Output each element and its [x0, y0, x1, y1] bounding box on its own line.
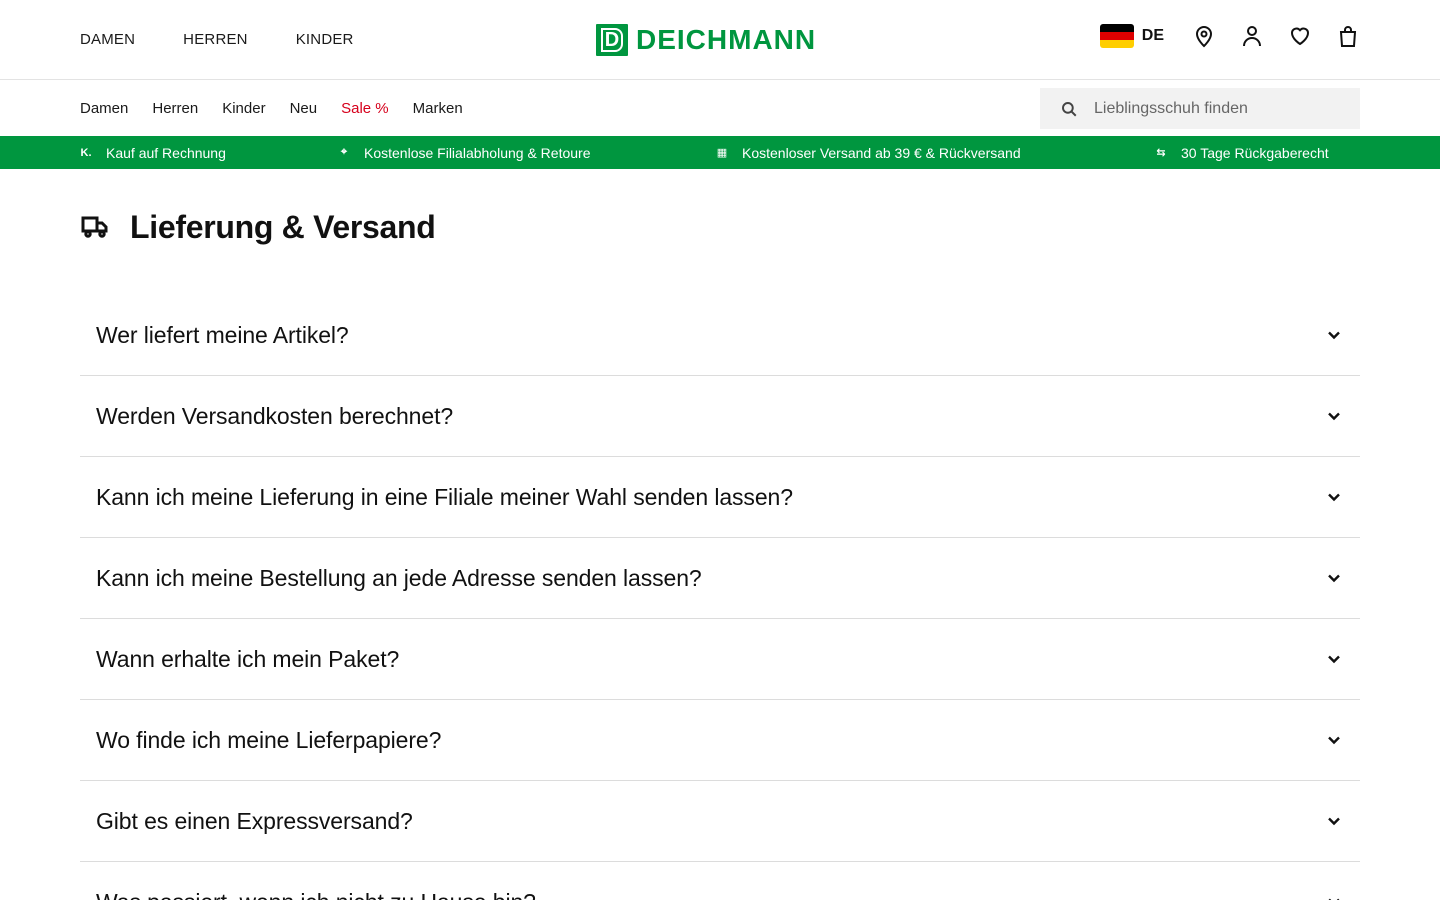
gender-nav-damen[interactable]: DAMEN: [80, 31, 135, 48]
faq-item[interactable]: Gibt es einen Expressversand?: [80, 781, 1360, 862]
chevron-down-icon: [1328, 736, 1340, 745]
country-selector[interactable]: DE: [1099, 24, 1164, 48]
faq-item[interactable]: Wo finde ich meine Lieferpapiere?: [80, 700, 1360, 781]
benefit-pickup[interactable]: ⌖ Kostenlose Filialabholung & Retoure: [338, 144, 591, 161]
faq-item[interactable]: Kann ich meine Lieferung in eine Filiale…: [80, 457, 1360, 538]
return-arrows-icon: ⇆: [1156, 147, 1166, 159]
faq-item[interactable]: Kann ich meine Bestellung an jede Adress…: [80, 538, 1360, 619]
top-header: DAMEN HERREN KINDER D DEICHMANN DE: [0, 0, 1440, 80]
logo-mark: D: [596, 24, 628, 56]
logo-text: DEICHMANN: [636, 24, 817, 55]
chevron-down-icon: [1328, 817, 1340, 826]
category-bar: Damen Herren Kinder Neu Sale % Marken: [0, 80, 1440, 136]
gender-nav-kinder[interactable]: KINDER: [296, 31, 354, 48]
category-kinder[interactable]: Kinder: [222, 100, 265, 117]
faq-question: Wo finde ich meine Lieferpapiere?: [96, 726, 442, 753]
benefit-label: 30 Tage Rückgaberecht: [1181, 144, 1329, 161]
category-neu[interactable]: Neu: [290, 100, 318, 117]
faq-question: Gibt es einen Expressversand?: [96, 807, 413, 834]
location-pin-icon: ⌖: [340, 146, 348, 158]
account-icon[interactable]: [1240, 24, 1264, 48]
store-icon: ▦: [716, 147, 728, 159]
gender-nav-herren[interactable]: HERREN: [183, 31, 248, 48]
gender-nav: DAMEN HERREN KINDER: [80, 31, 354, 48]
benefits-bar: K. Kauf auf Rechnung ⌖ Kostenlose Filial…: [0, 136, 1440, 169]
deichmann-logo[interactable]: D DEICHMANN: [596, 24, 816, 56]
search-input[interactable]: [1094, 99, 1334, 118]
benefit-invoice[interactable]: K. Kauf auf Rechnung: [80, 145, 226, 161]
faq-question: Wer liefert meine Artikel?: [96, 321, 349, 348]
benefit-shipping[interactable]: ▦ Kostenloser Versand ab 39 € & Rückvers…: [716, 145, 1021, 161]
category-nav: Damen Herren Kinder Neu Sale % Marken: [80, 100, 463, 117]
header-actions: DE: [1099, 24, 1360, 48]
search-box: [1040, 88, 1360, 129]
page-title: Lieferung & Versand: [130, 208, 436, 245]
chevron-down-icon: [1328, 412, 1340, 421]
wishlist-heart-icon[interactable]: [1288, 24, 1312, 48]
benefit-label: Kostenloser Versand ab 39 € & Rückversan…: [742, 144, 1021, 161]
store-location-icon[interactable]: [1192, 24, 1216, 48]
faq-item[interactable]: Werden Versandkosten berechnet?: [80, 376, 1360, 457]
chevron-down-icon: [1328, 574, 1340, 583]
search-icon[interactable]: [1060, 100, 1078, 118]
invoice-icon: K.: [80, 146, 92, 159]
chevron-down-icon: [1328, 331, 1340, 340]
faq-item[interactable]: Was passiert, wenn ich nicht zu Hause bi…: [80, 862, 1360, 900]
faq-item[interactable]: Wann erhalte ich mein Paket?: [80, 619, 1360, 700]
faq-question: Was passiert, wenn ich nicht zu Hause bi…: [96, 889, 536, 900]
category-marken[interactable]: Marken: [413, 100, 463, 117]
faq-item[interactable]: Wer liefert meine Artikel?: [80, 295, 1360, 376]
faq-question: Wann erhalte ich mein Paket?: [96, 645, 400, 672]
category-herren[interactable]: Herren: [152, 100, 198, 117]
main-content: Lieferung & Versand Wer liefert meine Ar…: [0, 209, 1440, 900]
germany-flag-icon: [1099, 24, 1134, 48]
faq-question: Werden Versandkosten berechnet?: [96, 402, 454, 429]
delivery-truck-icon: [81, 216, 108, 238]
country-code: DE: [1141, 27, 1164, 44]
benefit-returns[interactable]: ⇆ 30 Tage Rückgaberecht: [1155, 144, 1329, 161]
shopping-bag-icon[interactable]: [1336, 24, 1360, 48]
faq-question: Kann ich meine Bestellung an jede Adress…: [96, 564, 702, 591]
faq-list: Wer liefert meine Artikel? Werden Versan…: [80, 295, 1360, 900]
benefit-label: Kauf auf Rechnung: [106, 144, 226, 161]
faq-question: Kann ich meine Lieferung in eine Filiale…: [96, 483, 793, 510]
page-heading: Lieferung & Versand: [80, 209, 1360, 245]
category-sale[interactable]: Sale %: [341, 100, 389, 117]
chevron-down-icon: [1328, 898, 1340, 900]
chevron-down-icon: [1328, 493, 1340, 502]
benefit-label: Kostenlose Filialabholung & Retoure: [364, 144, 591, 161]
category-damen[interactable]: Damen: [80, 100, 128, 117]
chevron-down-icon: [1328, 655, 1340, 664]
